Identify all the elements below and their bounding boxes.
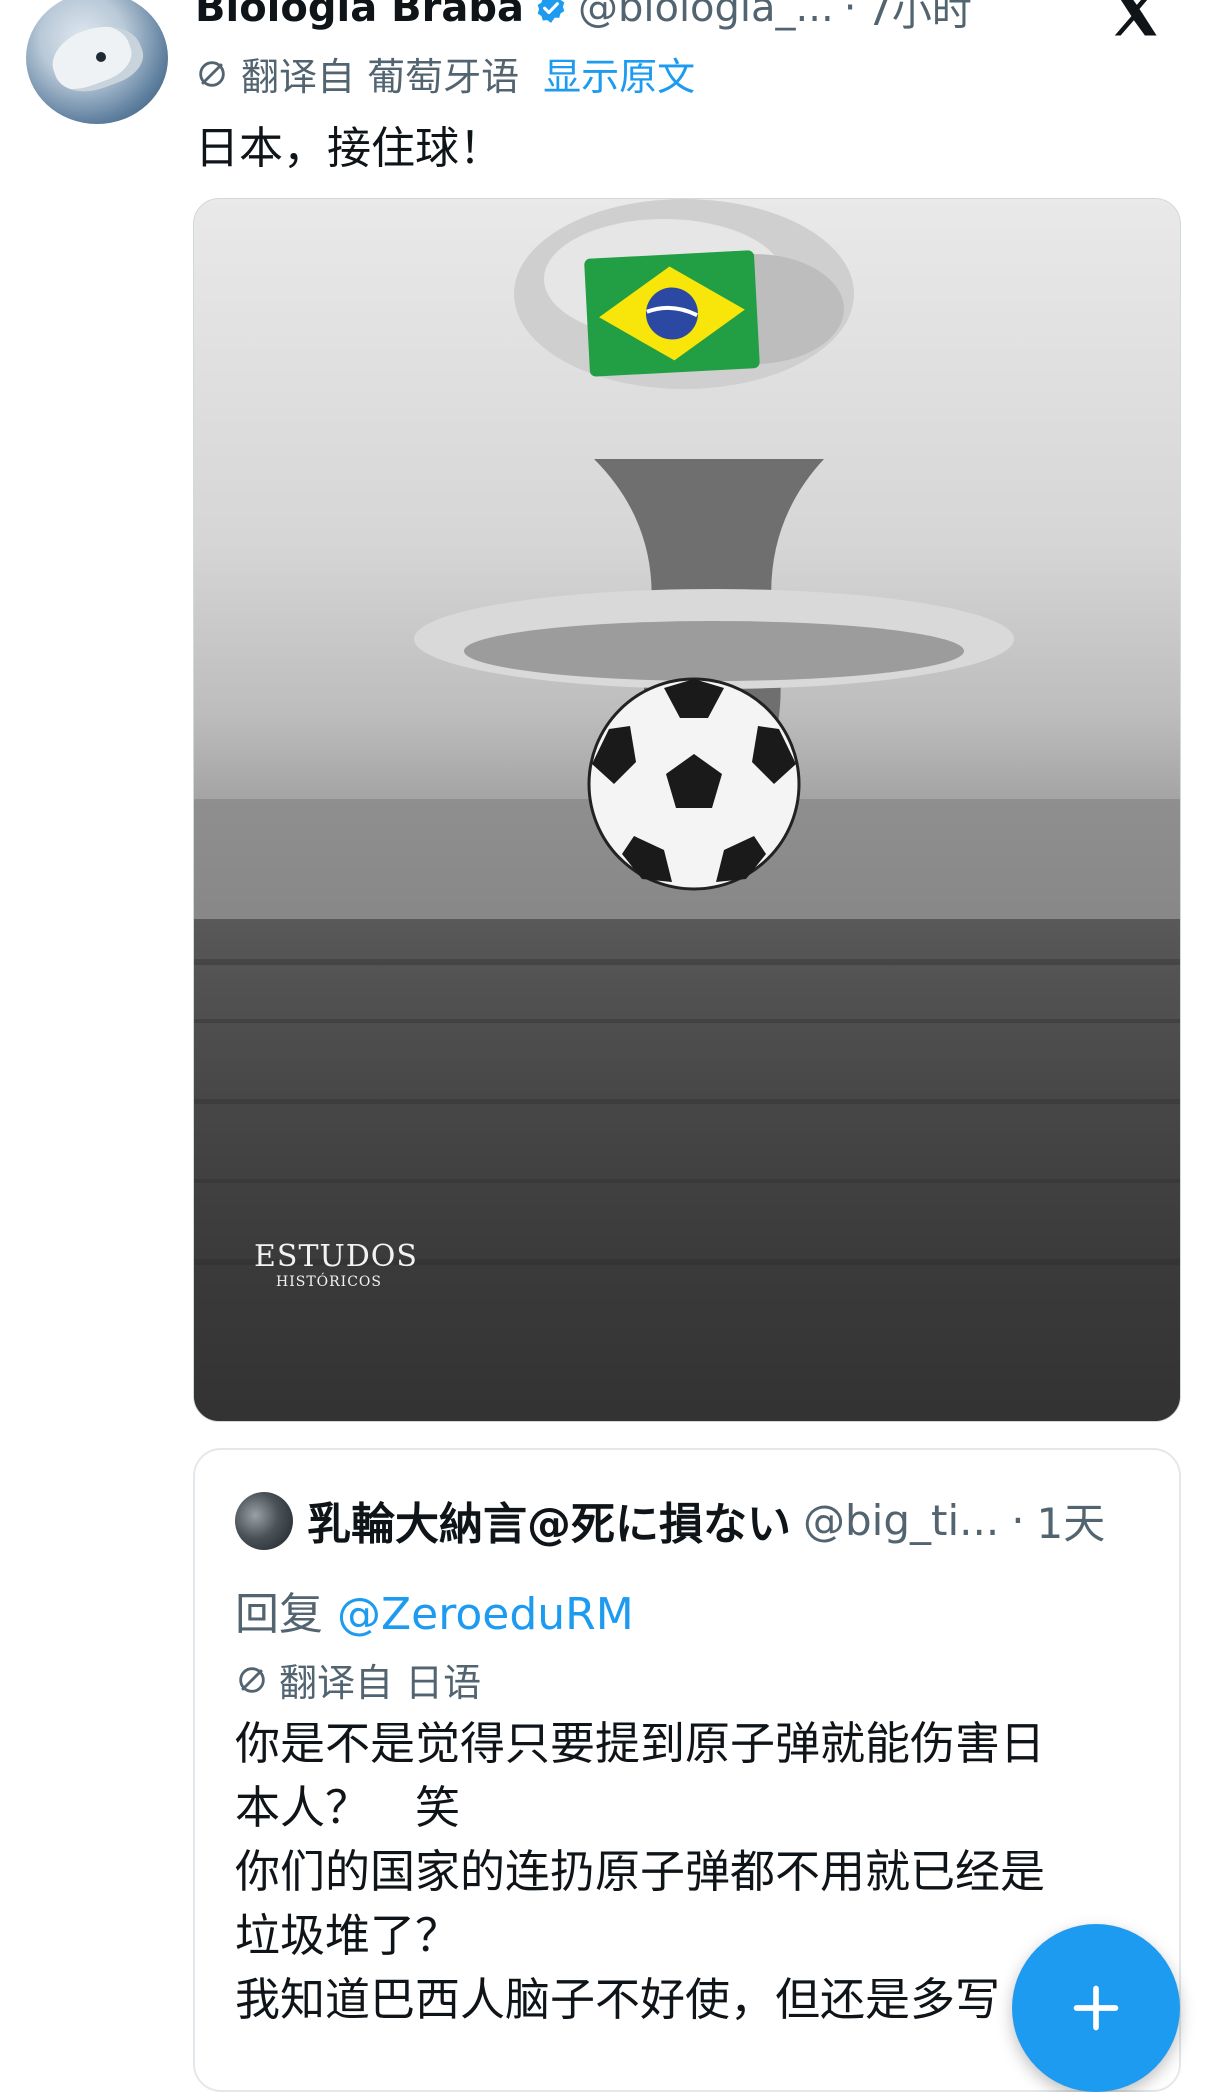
- separator-dot: ·: [843, 0, 857, 31]
- translate-icon: [239, 1666, 265, 1693]
- plus-icon: [1073, 1985, 1119, 2031]
- show-original-link[interactable]: 显示原文: [543, 46, 695, 101]
- image-watermark: ESTUDOS HISTÓRICOS: [254, 1239, 418, 1290]
- translation-label: 翻译自 葡萄牙语: [241, 55, 520, 99]
- reply-prefix: 回复: [235, 1589, 323, 1640]
- quote-header: 乳輪大納言@死に損ない @big_ti... · 1天: [307, 1488, 1105, 1552]
- quote-separator-dot: ·: [1011, 1495, 1025, 1545]
- x-logo-icon[interactable]: [1108, 0, 1162, 40]
- brazil-flag: [584, 250, 760, 377]
- translation-notice: 翻译自 葡萄牙语 显示原文: [195, 46, 695, 101]
- author-avatar[interactable]: [26, 0, 168, 124]
- quote-timestamp[interactable]: 1天: [1037, 1490, 1106, 1551]
- image-illustration: [194, 199, 1180, 1421]
- soccer-ball: [587, 677, 801, 891]
- post-timestamp[interactable]: 7小时: [866, 0, 971, 37]
- quote-translation-notice: 翻译自 日语: [235, 1652, 481, 1707]
- quote-translation-label: 翻译自 日语: [279, 1661, 482, 1705]
- post-author-row: Biologia Braba @biologia_... · 7小时: [195, 0, 972, 38]
- quote-body-text: 你是不是觉得只要提到原子弹就能伤害日 本人？ 笑 你们的国家的连扔原子弹都不用就…: [235, 1712, 1135, 2032]
- quote-line: 本人？ 笑: [235, 1781, 461, 1834]
- post-image[interactable]: ESTUDOS HISTÓRICOS: [193, 198, 1181, 1422]
- quote-author-handle[interactable]: @big_ti...: [803, 1496, 999, 1545]
- post-text: 日本，接住球！: [195, 123, 503, 174]
- author-name[interactable]: Biologia Braba: [195, 0, 524, 31]
- quote-author-name[interactable]: 乳輪大納言@死に損ない: [307, 1488, 791, 1552]
- quote-line: 垃圾堆了？: [235, 1909, 461, 1962]
- translate-icon: [199, 60, 225, 87]
- quote-line: 你是不是觉得只要提到原子弹就能伤害日: [235, 1717, 1046, 1770]
- quote-line: 我知道巴西人脑子不好使，但还是多写: [235, 1973, 1001, 2026]
- verified-badge-icon: [537, 0, 565, 23]
- reply-context: 回复 @ZeroeduRM: [235, 1578, 634, 1642]
- quote-author-avatar[interactable]: [235, 1492, 293, 1550]
- author-handle[interactable]: @biologia_...: [578, 0, 834, 31]
- compose-post-button[interactable]: [1012, 1924, 1180, 2092]
- reply-mention-link[interactable]: @ZeroeduRM: [337, 1589, 634, 1640]
- watermark-main-text: ESTUDOS: [254, 1239, 418, 1274]
- watermark-sub-text: HISTÓRICOS: [276, 1274, 382, 1290]
- avatar-fish-eye: [96, 52, 106, 62]
- quote-line: 你们的国家的连扔原子弹都不用就已经是: [235, 1845, 1046, 1898]
